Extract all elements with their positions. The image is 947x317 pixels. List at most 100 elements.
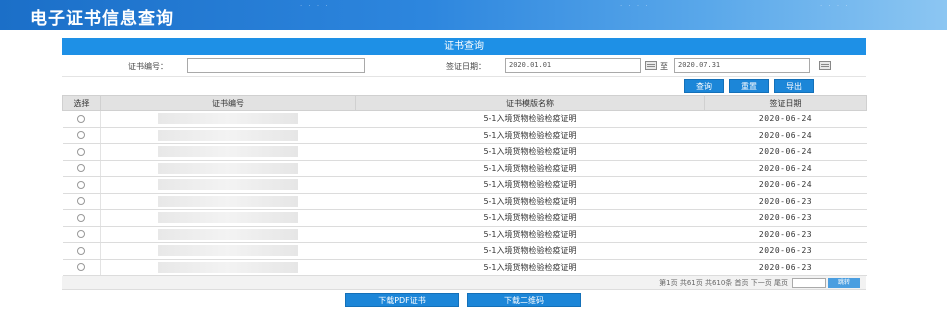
go-page-button[interactable]: 跳转 [828,278,860,288]
radio-icon[interactable] [77,246,86,255]
sign-date-cell: 2020-06-23 [704,193,867,210]
row-select[interactable] [62,242,101,260]
cert-no-input[interactable] [187,58,365,73]
banner-decoration: · · · · [620,2,650,10]
redacted-cert-no [158,179,299,191]
redacted-cert-no [158,245,299,257]
sign-date-cell: 2020-06-24 [704,176,867,194]
cert-no-cell [100,176,356,194]
banner-decoration: · · · · [820,2,850,10]
radio-icon[interactable] [77,180,86,189]
redacted-cert-no [158,261,299,273]
page-title: 电子证书信息查询 [30,9,174,29]
template-name-cell: 5-1入境货物检验检疫证明 [355,127,705,144]
radio-icon[interactable] [77,131,86,140]
radio-icon[interactable] [77,164,86,173]
redacted-cert-no [158,195,299,207]
col-header-select: 选择 [62,95,101,111]
row-select[interactable] [62,209,101,227]
table-row[interactable]: 5-1入境货物检验检疫证明 2020-06-23 [62,209,867,227]
redacted-cert-no [158,228,299,240]
date-range-separator: 至 [660,62,668,71]
template-name-cell: 5-1入境货物检验检疫证明 [355,176,705,194]
row-select[interactable] [62,160,101,177]
template-name-cell: 5-1入境货物检验检疫证明 [355,160,705,177]
export-button[interactable]: 导出 [774,79,814,93]
download-buttons: 下载PDF证书 下载二维码 [62,290,866,310]
row-select[interactable] [62,143,101,161]
template-name-cell: 5-1入境货物检验检疫证明 [355,226,705,243]
query-button[interactable]: 查询 [684,79,724,93]
sign-date-cell: 2020-06-23 [704,209,867,227]
template-name-cell: 5-1入境货物检验检疫证明 [355,242,705,260]
row-select[interactable] [62,110,101,128]
table-row[interactable]: 5-1入境货物检验检疫证明 2020-06-24 [62,110,867,128]
sign-date-cell: 2020-06-24 [704,143,867,161]
page-banner: · · · · · · · · · · · · 电子证书信息查询 [0,0,947,30]
col-header-template-name: 证书模版名称 [355,95,705,111]
radio-icon[interactable] [77,230,86,239]
radio-icon[interactable] [77,197,86,206]
cert-no-cell [100,160,356,177]
cert-table: 选择 证书编号 证书模版名称 签证日期 5-1入境货物检验检疫证明 2020-0… [62,95,867,276]
cert-no-cell [100,127,356,144]
radio-icon[interactable] [77,213,86,222]
page-number-input[interactable] [792,278,826,288]
calendar-icon[interactable] [819,61,831,70]
pagination-text[interactable]: 第1页 共61页 共610条 首页 下一页 尾页 [659,278,788,288]
calendar-icon[interactable] [645,61,657,70]
cert-no-cell [100,242,356,260]
template-name-cell: 5-1入境货物检验检疫证明 [355,143,705,161]
radio-icon[interactable] [77,114,86,123]
row-select[interactable] [62,176,101,194]
cert-no-cell [100,110,356,128]
radio-icon[interactable] [77,147,86,156]
redacted-cert-no [158,113,299,125]
radio-icon[interactable] [77,263,86,272]
search-criteria: 证书编号： 签证日期： 2020.01.01 至 2020.07.31 [62,55,866,77]
template-name-cell: 5-1入境货物检验检疫证明 [355,259,705,276]
table-row[interactable]: 5-1入境货物检验检疫证明 2020-06-24 [62,127,867,144]
sign-date-label: 签证日期： [446,62,486,71]
template-name-cell: 5-1入境货物检验检疫证明 [355,209,705,227]
table-header-row: 选择 证书编号 证书模版名称 签证日期 [62,95,867,111]
cert-query-panel: 证书查询 证书编号： 签证日期： 2020.01.01 至 2020.07.31… [62,38,867,310]
panel-title: 证书查询 [62,38,866,55]
cert-no-cell [100,259,356,276]
redacted-cert-no [158,146,299,158]
redacted-cert-no [158,129,299,141]
sign-date-cell: 2020-06-24 [704,160,867,177]
table-row[interactable]: 5-1入境货物检验检疫证明 2020-06-23 [62,242,867,260]
download-qrcode-button[interactable]: 下载二维码 [467,293,581,307]
template-name-cell: 5-1入境货物检验检疫证明 [355,193,705,210]
row-select[interactable] [62,127,101,144]
sign-date-cell: 2020-06-23 [704,242,867,260]
sign-date-cell: 2020-06-23 [704,259,867,276]
download-pdf-button[interactable]: 下载PDF证书 [345,293,459,307]
col-header-sign-date: 签证日期 [704,95,867,111]
redacted-cert-no [158,212,299,224]
redacted-cert-no [158,162,299,174]
reset-button[interactable]: 重置 [729,79,769,93]
row-select[interactable] [62,193,101,210]
date-to-input[interactable]: 2020.07.31 [674,58,810,73]
cert-no-label: 证书编号： [128,62,168,71]
table-row[interactable]: 5-1入境货物检验检疫证明 2020-06-24 [62,176,867,194]
table-row[interactable]: 5-1入境货物检验检疫证明 2020-06-23 [62,193,867,210]
cert-no-cell [100,226,356,243]
row-select[interactable] [62,259,101,276]
date-from-input[interactable]: 2020.01.01 [505,58,641,73]
cert-no-cell [100,193,356,210]
sign-date-cell: 2020-06-24 [704,110,867,128]
sign-date-cell: 2020-06-24 [704,127,867,144]
table-row[interactable]: 5-1入境货物检验检疫证明 2020-06-24 [62,143,867,161]
cert-no-cell [100,209,356,227]
cert-no-cell [100,143,356,161]
table-row[interactable]: 5-1入境货物检验检疫证明 2020-06-23 [62,259,867,276]
table-row[interactable]: 5-1入境货物检验检疫证明 2020-06-23 [62,226,867,243]
sign-date-cell: 2020-06-23 [704,226,867,243]
action-buttons: 查询 重置 导出 [62,77,866,95]
template-name-cell: 5-1入境货物检验检疫证明 [355,110,705,128]
row-select[interactable] [62,226,101,243]
table-row[interactable]: 5-1入境货物检验检疫证明 2020-06-24 [62,160,867,177]
